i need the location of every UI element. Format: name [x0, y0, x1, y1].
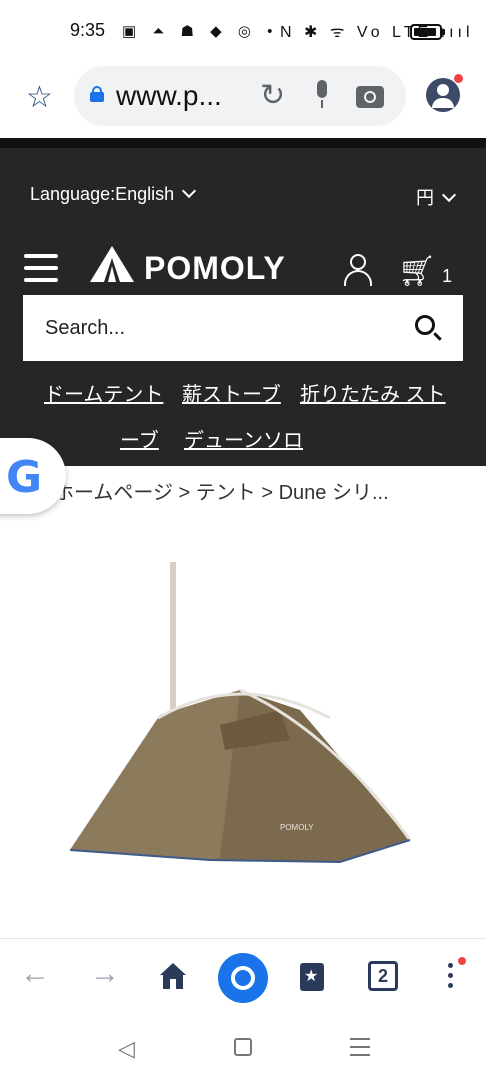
bookmark-icon[interactable]: ★ — [300, 963, 324, 991]
logo-mountain-icon — [90, 246, 134, 282]
clock: 9:35 — [70, 20, 106, 40]
search-icon[interactable] — [415, 315, 435, 335]
address-bar[interactable]: www.p... ↻ — [74, 66, 406, 126]
language-label: Language:English — [30, 184, 175, 204]
reload-icon[interactable]: ↻ — [260, 78, 285, 113]
user-icon[interactable] — [344, 254, 372, 286]
site-header: Language:English 円 POMOLY 🛒︎ 1 Search...… — [0, 138, 486, 466]
mic-icon[interactable] — [314, 80, 330, 110]
browser-bottom-bar: ← → ★ 2 — [0, 938, 486, 1014]
brand-name: POMOLY — [144, 250, 286, 286]
back-arrow-icon[interactable]: ← — [20, 957, 50, 991]
nav-link-folding-stove[interactable]: 折りたたみ スト — [300, 378, 446, 407]
forward-arrow-icon[interactable]: → — [90, 957, 120, 991]
browser-action-icon[interactable] — [218, 953, 268, 1003]
lock-icon — [90, 86, 104, 102]
recents-icon[interactable] — [350, 1038, 370, 1062]
nav-link-folding-stove-cont[interactable]: ーブ — [120, 424, 159, 453]
currency-label: 円 — [416, 188, 434, 208]
nav-link-wood-stove[interactable]: 薪ストーブ — [182, 378, 281, 407]
system-navigation: ◁ — [0, 1014, 486, 1080]
star-icon[interactable]: ☆ — [26, 80, 53, 115]
cart-count: 1 — [442, 266, 453, 286]
battery-icon — [410, 24, 445, 40]
stove-pipe — [170, 562, 176, 732]
home-icon[interactable] — [158, 961, 188, 991]
back-icon[interactable]: ◁ — [118, 1036, 135, 1062]
search-input[interactable]: Search... — [23, 295, 463, 361]
product-image[interactable]: POMOLY — [40, 550, 440, 910]
tent-logo: POMOLY — [280, 823, 314, 832]
search-placeholder: Search... — [45, 317, 126, 339]
account-icon[interactable] — [426, 74, 463, 112]
chevron-down-icon — [182, 183, 197, 199]
browser-toolbar: ☆ www.p... ↻ — [0, 64, 486, 136]
status-bar: 9:35 ▣ ⏶ ☗ ◆ ◎ • N ✱ ᯤ Vo LTE ıııl — [0, 0, 486, 64]
language-selector[interactable]: Language:English — [30, 183, 197, 205]
url-text[interactable]: www.p... — [116, 80, 222, 112]
currency-selector[interactable]: 円 — [416, 184, 457, 210]
google-icon: G — [6, 452, 43, 503]
nav-link-dune-solo[interactable]: デューンソロ — [184, 424, 303, 453]
overflow-menu-icon[interactable] — [448, 957, 466, 993]
chevron-down-icon — [441, 187, 457, 203]
tent-front-panel — [70, 690, 240, 860]
home-button-icon[interactable] — [234, 1038, 252, 1056]
breadcrumb[interactable]: ホームページ > テント > Dune シリ... — [54, 476, 389, 505]
nav-link-dome-tent[interactable]: ドームテント — [44, 378, 163, 407]
tab-switcher-icon[interactable]: 2 — [368, 961, 398, 991]
camera-icon[interactable] — [356, 86, 384, 108]
notification-icons: ▣ ⏶ ☗ ◆ ◎ • — [122, 23, 279, 40]
cart-icon[interactable]: 🛒︎ — [398, 254, 436, 289]
brand-logo[interactable]: POMOLY — [88, 244, 288, 288]
hamburger-menu-icon[interactable] — [24, 254, 58, 284]
